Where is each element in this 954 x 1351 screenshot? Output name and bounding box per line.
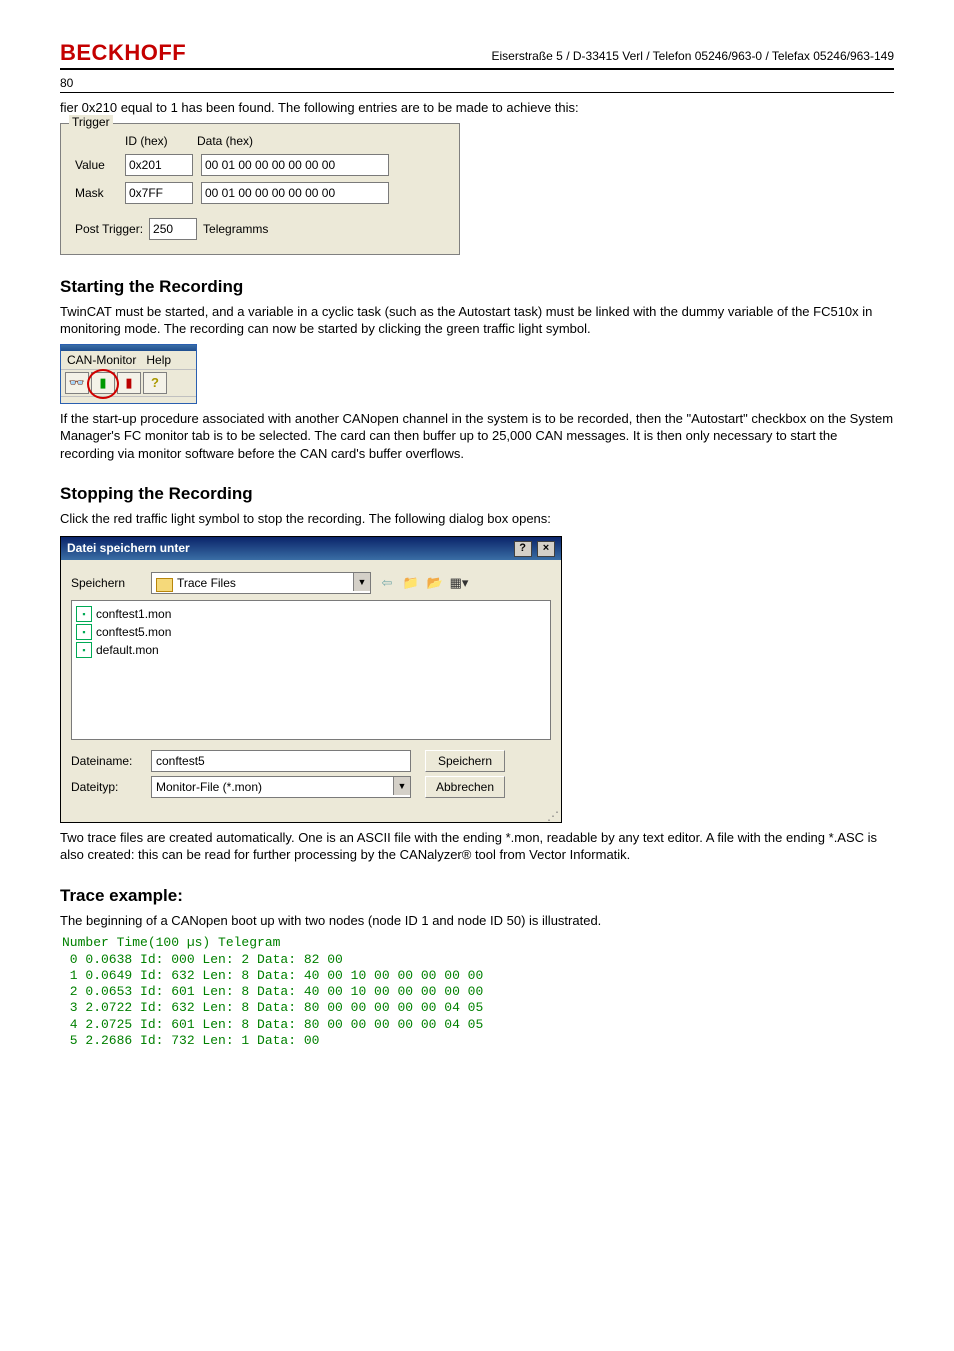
page-number: 80 <box>60 76 894 90</box>
resize-grip-icon[interactable]: ⋰ <box>61 812 561 822</box>
savein-label: Speichern <box>71 576 151 590</box>
value-data-input[interactable] <box>201 154 389 176</box>
view-menu-icon[interactable]: ▦▾ <box>449 573 469 593</box>
trigger-panel: Trigger ID (hex) Data (hex) Value Mask P… <box>60 123 460 255</box>
trigger-legend: Trigger <box>69 115 113 129</box>
chevron-down-icon[interactable]: ▼ <box>393 777 410 795</box>
help-button[interactable]: ? <box>143 372 167 394</box>
folder-combo[interactable]: Trace Files ▼ <box>151 572 371 594</box>
chevron-down-icon[interactable]: ▼ <box>353 573 370 591</box>
mask-id-input[interactable] <box>125 182 193 204</box>
heading-stopping: Stopping the Recording <box>60 484 894 504</box>
file-icon: ▪ <box>76 606 92 622</box>
mask-data-input[interactable] <box>201 182 389 204</box>
start-para1: TwinCAT must be started, and a variable … <box>60 303 894 338</box>
up-folder-icon[interactable]: 📁 <box>401 573 421 593</box>
filetype-value: Monitor-File (*.mon) <box>156 780 262 794</box>
mask-label: Mask <box>75 186 125 200</box>
stop-para1: Click the red traffic light symbol to st… <box>60 510 894 528</box>
dialog-close-button[interactable]: × <box>537 541 555 557</box>
glasses-icon[interactable]: 👓 <box>65 372 89 394</box>
file-list[interactable]: ▪conftest1.mon ▪conftest5.mon ▪default.m… <box>71 600 551 740</box>
file-icon: ▪ <box>76 642 92 658</box>
menu-can-monitor[interactable]: CAN-Monitor <box>67 353 136 367</box>
heading-starting: Starting the Recording <box>60 277 894 297</box>
value-id-input[interactable] <box>125 154 193 176</box>
header-address: Eiserstraße 5 / D-33415 Verl / Telefon 0… <box>492 49 895 63</box>
list-item[interactable]: ▪conftest1.mon <box>76 605 546 623</box>
filetype-combo[interactable]: Monitor-File (*.mon) ▼ <box>151 776 411 798</box>
back-icon[interactable]: ⇦ <box>377 573 397 593</box>
save-button[interactable]: Speichern <box>425 750 505 772</box>
cancel-button[interactable]: Abbrechen <box>425 776 505 798</box>
list-item[interactable]: ▪conftest5.mon <box>76 623 546 641</box>
list-item[interactable]: ▪default.mon <box>76 641 546 659</box>
dialog-help-button[interactable]: ? <box>514 541 532 557</box>
dialog-title: Datei speichern unter <box>67 541 190 555</box>
folder-name: Trace Files <box>177 576 236 590</box>
file-icon: ▪ <box>76 624 92 640</box>
new-folder-icon[interactable]: 📂 <box>425 573 445 593</box>
intro-text: fier 0x210 equal to 1 has been found. Th… <box>60 99 894 117</box>
trace-block: Number Time(100 µs) Telegram 0 0.0638 Id… <box>62 935 894 1049</box>
menu-help[interactable]: Help <box>146 353 171 367</box>
brand-logo: BECKHOFF <box>60 40 186 66</box>
highlight-circle-icon <box>87 369 119 399</box>
start-para2: If the start-up procedure associated wit… <box>60 410 894 463</box>
post-trigger-label: Post Trigger: <box>75 222 143 236</box>
id-header: ID (hex) <box>125 134 197 148</box>
heading-trace: Trace example: <box>60 886 894 906</box>
filename-input[interactable] <box>151 750 411 772</box>
post-trigger-unit: Telegramms <box>203 222 268 236</box>
folder-icon <box>156 578 173 592</box>
post-trigger-input[interactable] <box>149 218 197 240</box>
trace-para1: The beginning of a CANopen boot up with … <box>60 912 894 930</box>
filetype-label: Dateityp: <box>71 780 151 794</box>
save-dialog: Datei speichern unter ? × Speichern Trac… <box>60 536 562 823</box>
data-header: Data (hex) <box>197 134 253 148</box>
green-light-button[interactable]: ▮ <box>91 372 115 394</box>
filename-label: Dateiname: <box>71 754 151 768</box>
can-monitor-toolbar: CAN-Monitor Help 👓 ▮ ▮ ? <box>60 344 197 404</box>
stop-para2: Two trace files are created automaticall… <box>60 829 894 864</box>
value-label: Value <box>75 158 125 172</box>
red-light-button[interactable]: ▮ <box>117 372 141 394</box>
